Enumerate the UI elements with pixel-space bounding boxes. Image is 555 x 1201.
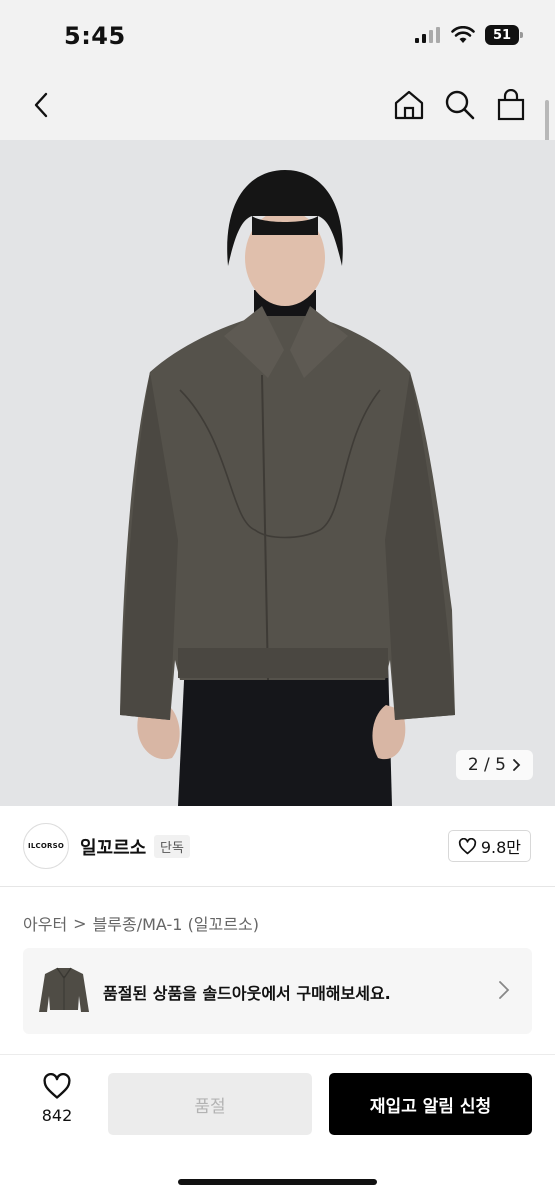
chevron-left-icon — [34, 92, 48, 118]
brand-name[interactable]: 일꼬르소 — [80, 834, 146, 860]
cart-button[interactable] — [492, 86, 530, 124]
wishlist-button[interactable]: 842 — [28, 1073, 86, 1125]
brand-like-button[interactable]: 9.8만 — [447, 830, 531, 862]
search-button[interactable] — [441, 86, 479, 124]
restock-alert-button[interactable]: 재입고 알림 신청 — [329, 1073, 532, 1135]
chevron-right-icon — [499, 981, 510, 999]
cellular-signal-icon — [415, 27, 440, 43]
image-counter[interactable]: 2 / 5 — [455, 750, 533, 780]
brand-like-count: 9.8만 — [480, 838, 521, 857]
jacket-thumbnail — [39, 967, 89, 1012]
product-image-gallery[interactable]: 2 / 5 — [0, 140, 555, 806]
breadcrumb-separator: > — [73, 913, 87, 933]
exclusive-badge: 단독 — [154, 835, 190, 858]
soldout-button: 품절 — [108, 1073, 312, 1135]
heart-icon — [43, 1073, 71, 1099]
wishlist-count: 842 — [41, 1106, 73, 1125]
soldout-banner[interactable]: 품절된 상품을 솔드아웃에서 구매해보세요. — [23, 948, 532, 1034]
heart-icon — [458, 837, 476, 854]
status-icons: 51 — [415, 25, 523, 45]
search-icon — [445, 90, 475, 120]
chevron-right-icon — [513, 759, 521, 771]
soldout-banner-text: 품절된 상품을 솔드아웃에서 구매해보세요. — [103, 984, 391, 1003]
brand-row: ILCORSO 일꼬르소 단독 9.8만 — [0, 806, 555, 887]
breadcrumb-category-outer[interactable]: 아우터 — [23, 911, 67, 935]
wifi-icon — [451, 26, 475, 43]
image-counter-text: 2 / 5 — [467, 755, 506, 775]
home-button[interactable] — [390, 86, 428, 124]
brand-logo[interactable]: ILCORSO — [23, 823, 69, 869]
battery-icon: 51 — [485, 25, 523, 45]
home-icon — [394, 90, 424, 120]
shopping-bag-icon — [497, 89, 525, 121]
nav-bar — [0, 70, 555, 140]
back-button[interactable] — [22, 86, 60, 124]
status-time: 5:45 — [64, 22, 126, 50]
home-indicator — [178, 1179, 377, 1185]
product-photo — [120, 170, 455, 806]
breadcrumb-category-blouson[interactable]: 블루종/MA-1 (일꼬르소) — [93, 911, 259, 935]
breadcrumb: 아우터 > 블루종/MA-1 (일꼬르소) — [23, 911, 259, 935]
status-bar: 5:45 51 — [0, 0, 555, 70]
